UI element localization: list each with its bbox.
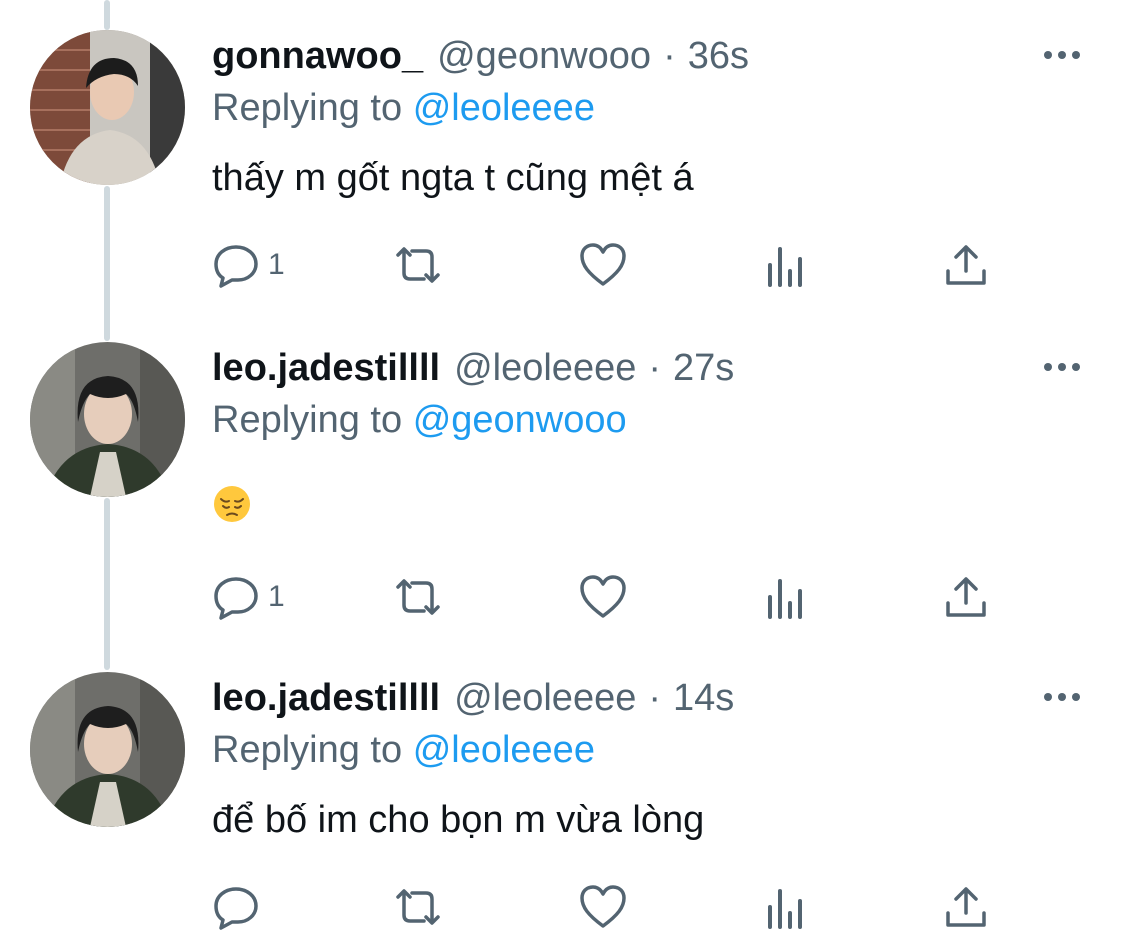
tweet-text: để bố im cho bọn m vừa lòng: [212, 799, 705, 841]
like-icon: [580, 575, 626, 618]
retweet-button[interactable]: [390, 882, 446, 932]
thread-line: [104, 0, 110, 30]
like-button[interactable]: [578, 572, 628, 622]
action-bar: 1: [212, 240, 1012, 290]
reply-icon: [214, 887, 258, 930]
separator-dot: ·: [663, 35, 676, 77]
views-button[interactable]: [764, 240, 808, 290]
mention-link[interactable]: @leoleeee: [413, 729, 595, 771]
display-name[interactable]: leo.jadestillll: [212, 670, 440, 726]
pensive-face-icon: [214, 486, 250, 522]
reply-icon: [214, 577, 258, 620]
user-handle[interactable]: @leoleeee: [454, 340, 636, 396]
mention-link[interactable]: @geonwooo: [413, 399, 627, 441]
more-options-icon[interactable]: [1042, 40, 1082, 70]
retweet-icon: [396, 247, 440, 283]
views-icon: [768, 579, 802, 619]
replying-to-label: Replying to: [212, 399, 403, 441]
views-icon: [768, 889, 802, 929]
tweet-text: thấy m gốt ngta t cũng mệt á: [212, 157, 694, 199]
share-icon: [946, 887, 986, 927]
retweet-icon: [396, 889, 440, 925]
share-button[interactable]: [944, 572, 988, 622]
replying-to: Replying to @leoleeee: [212, 80, 595, 136]
tweet[interactable]: leo.jadestillll @leoleeee · 14s Replying…: [0, 670, 1125, 948]
tweet[interactable]: leo.jadestillll @leoleeee · 27s Replying…: [0, 340, 1125, 640]
avatar[interactable]: [30, 342, 185, 497]
share-button[interactable]: [944, 882, 988, 932]
user-handle[interactable]: @geonwooo: [437, 28, 651, 84]
reply-count: 1: [268, 248, 285, 281]
display-name[interactable]: gonnawoo_: [212, 28, 423, 84]
like-icon: [580, 243, 626, 286]
mention-link[interactable]: @leoleeee: [413, 87, 595, 129]
share-icon: [946, 577, 986, 617]
views-icon: [768, 247, 802, 287]
retweet-icon: [396, 579, 440, 615]
more-options-icon[interactable]: [1042, 352, 1082, 382]
retweet-button[interactable]: [390, 240, 446, 290]
action-bar: 1: [212, 572, 1012, 622]
views-button[interactable]: [764, 882, 808, 932]
separator-dot: ·: [648, 347, 661, 389]
replying-to-label: Replying to: [212, 87, 403, 129]
reply-button[interactable]: 1: [212, 572, 285, 622]
share-button[interactable]: [944, 240, 988, 290]
reply-button[interactable]: 1: [212, 240, 285, 290]
replying-to: Replying to @leoleeee: [212, 722, 595, 778]
like-button[interactable]: [578, 240, 628, 290]
display-name[interactable]: leo.jadestillll: [212, 340, 440, 396]
tweet-header: gonnawoo_ @geonwooo · 36s: [212, 28, 749, 84]
like-button[interactable]: [578, 882, 628, 932]
separator-dot: ·: [648, 677, 661, 719]
share-icon: [946, 245, 986, 285]
user-handle[interactable]: @leoleeee: [454, 670, 636, 726]
reply-icon: [214, 245, 258, 288]
timestamp[interactable]: 27s: [673, 340, 734, 396]
reply-button[interactable]: [212, 882, 268, 932]
reply-count: 1: [268, 580, 285, 613]
like-icon: [580, 885, 626, 928]
replying-to-label: Replying to: [212, 729, 403, 771]
tweet[interactable]: gonnawoo_ @geonwooo · 36s Replying to @l…: [0, 28, 1125, 318]
timestamp[interactable]: 36s: [688, 28, 749, 84]
replying-to: Replying to @geonwooo: [212, 392, 627, 448]
tweet-header: leo.jadestillll @leoleeee · 27s: [212, 340, 734, 396]
retweet-button[interactable]: [390, 572, 446, 622]
action-bar: [212, 882, 1012, 932]
avatar[interactable]: [30, 672, 185, 827]
views-button[interactable]: [764, 572, 808, 622]
avatar[interactable]: [30, 30, 185, 185]
tweet-header: leo.jadestillll @leoleeee · 14s: [212, 670, 734, 726]
timestamp[interactable]: 14s: [673, 670, 734, 726]
more-options-icon[interactable]: [1042, 682, 1082, 712]
